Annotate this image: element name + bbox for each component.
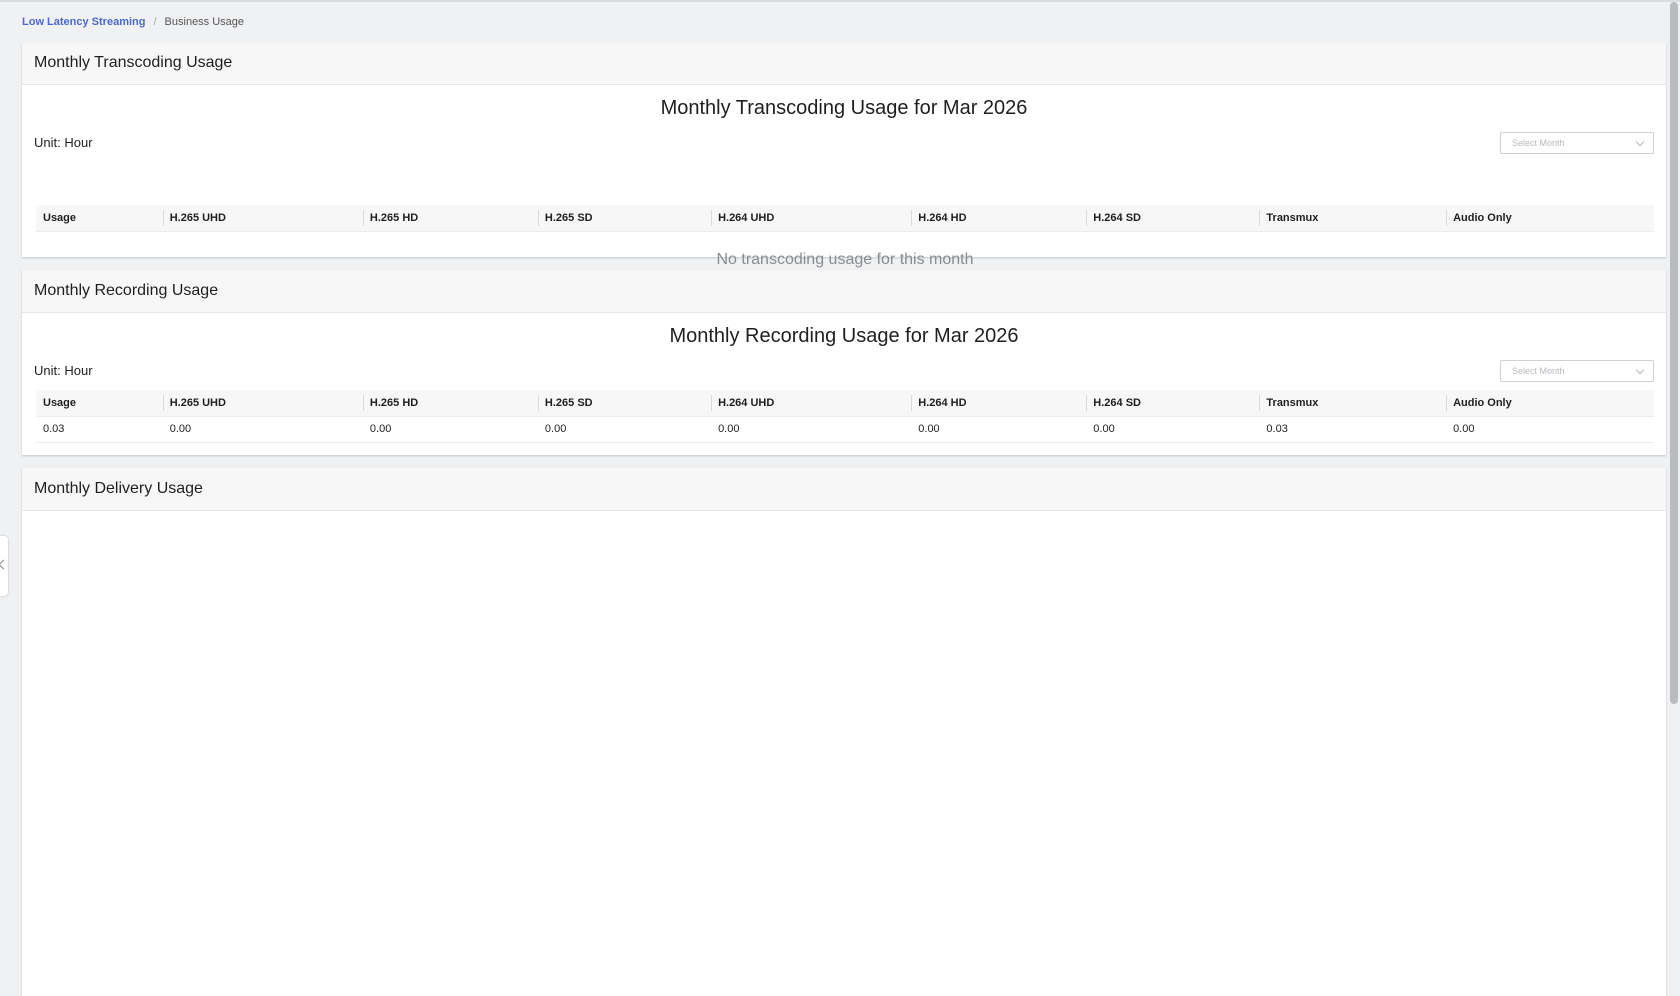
table-cell: 0.00 [162, 416, 363, 443]
recording-table-header-row: Usage H.265 UHD H.265 HD H.265 SD H.264 … [36, 390, 1654, 417]
chevron-down-icon [1635, 137, 1645, 147]
recording-table: Usage H.265 UHD H.265 HD H.265 SD H.264 … [36, 390, 1654, 443]
transcoding-table: Usage H.265 UHD H.265 HD H.265 SD H.264 … [36, 205, 1654, 232]
recording-card-body: Monthly Recording Usage for Mar 2026 Uni… [22, 313, 1666, 455]
column-header[interactable]: Audio Only [1446, 390, 1654, 417]
chevron-down-icon [1635, 365, 1645, 375]
column-header[interactable]: H.264 SD [1086, 390, 1260, 417]
column-header[interactable]: Audio Only [1446, 205, 1654, 232]
transcoding-month-select-placeholder: Select Month [1512, 138, 1565, 148]
table-cell: 0.00 [711, 416, 912, 443]
delivery-card-header: Monthly Delivery Usage [22, 468, 1666, 511]
column-header[interactable]: H.265 UHD [162, 390, 363, 417]
transcoding-unit-label: Unit: Hour [34, 135, 93, 150]
transcoding-card: Monthly Transcoding Usage Monthly Transc… [22, 42, 1666, 288]
recording-card-header: Monthly Recording Usage [22, 270, 1666, 313]
table-cell: 0.00 [537, 416, 712, 443]
table-cell: 0.00 [1086, 416, 1260, 443]
transcoding-card-header: Monthly Transcoding Usage [22, 42, 1666, 85]
chevron-left-icon [0, 559, 9, 570]
table-cell: 0.03 [36, 416, 163, 443]
column-header[interactable]: H.264 UHD [711, 205, 912, 232]
breadcrumb: Low Latency Streaming / Business Usage [22, 14, 244, 30]
column-header[interactable]: H.265 HD [362, 205, 538, 232]
column-header[interactable]: Transmux [1259, 205, 1447, 232]
column-header[interactable]: H.264 UHD [711, 390, 912, 417]
column-header[interactable]: H.265 SD [537, 390, 712, 417]
page-scrollbar[interactable] [1670, 2, 1678, 704]
column-header[interactable]: Usage [36, 390, 163, 417]
delivery-card-body [22, 511, 1666, 996]
table-cell: 0.00 [362, 416, 538, 443]
column-header[interactable]: H.265 UHD [162, 205, 363, 232]
breadcrumb-separator: / [153, 16, 157, 28]
table-cell: 0.00 [911, 416, 1087, 443]
recording-title: Monthly Recording Usage for Mar 2026 [669, 325, 1019, 347]
transcoding-card-body: Monthly Transcoding Usage for Mar 2026 U… [22, 85, 1666, 288]
transcoding-title: Monthly Transcoding Usage for Mar 2026 [660, 97, 1028, 119]
breadcrumb-root-link[interactable]: Low Latency Streaming [22, 16, 145, 28]
column-header[interactable]: H.264 HD [911, 205, 1087, 232]
transcoding-month-select[interactable]: Select Month [1500, 132, 1654, 154]
column-header[interactable]: Transmux [1259, 390, 1447, 417]
column-header[interactable]: Usage [36, 205, 163, 232]
column-header[interactable]: H.264 SD [1086, 205, 1260, 232]
recording-unit-label: Unit: Hour [34, 363, 93, 378]
breadcrumb-current: Business Usage [164, 16, 245, 28]
column-header[interactable]: H.265 HD [362, 390, 538, 417]
column-header[interactable]: H.265 SD [537, 205, 712, 232]
table-cell: 0.03 [1259, 416, 1447, 443]
delivery-card: Monthly Delivery Usage [22, 468, 1666, 996]
column-header[interactable]: H.264 HD [911, 390, 1087, 417]
recording-month-select-placeholder: Select Month [1512, 366, 1565, 376]
top-border [0, 0, 1680, 2]
table-cell: 0.00 [1446, 416, 1654, 443]
sidebar-toggle[interactable] [0, 536, 9, 596]
recording-month-select[interactable]: Select Month [1500, 360, 1654, 382]
transcoding-table-header-row: Usage H.265 UHD H.265 HD H.265 SD H.264 … [36, 205, 1654, 232]
recording-card: Monthly Recording Usage Monthly Recordin… [22, 270, 1666, 455]
table-row: 0.03 0.00 0.00 0.00 0.00 0.00 0.00 0.03 … [36, 416, 1654, 443]
